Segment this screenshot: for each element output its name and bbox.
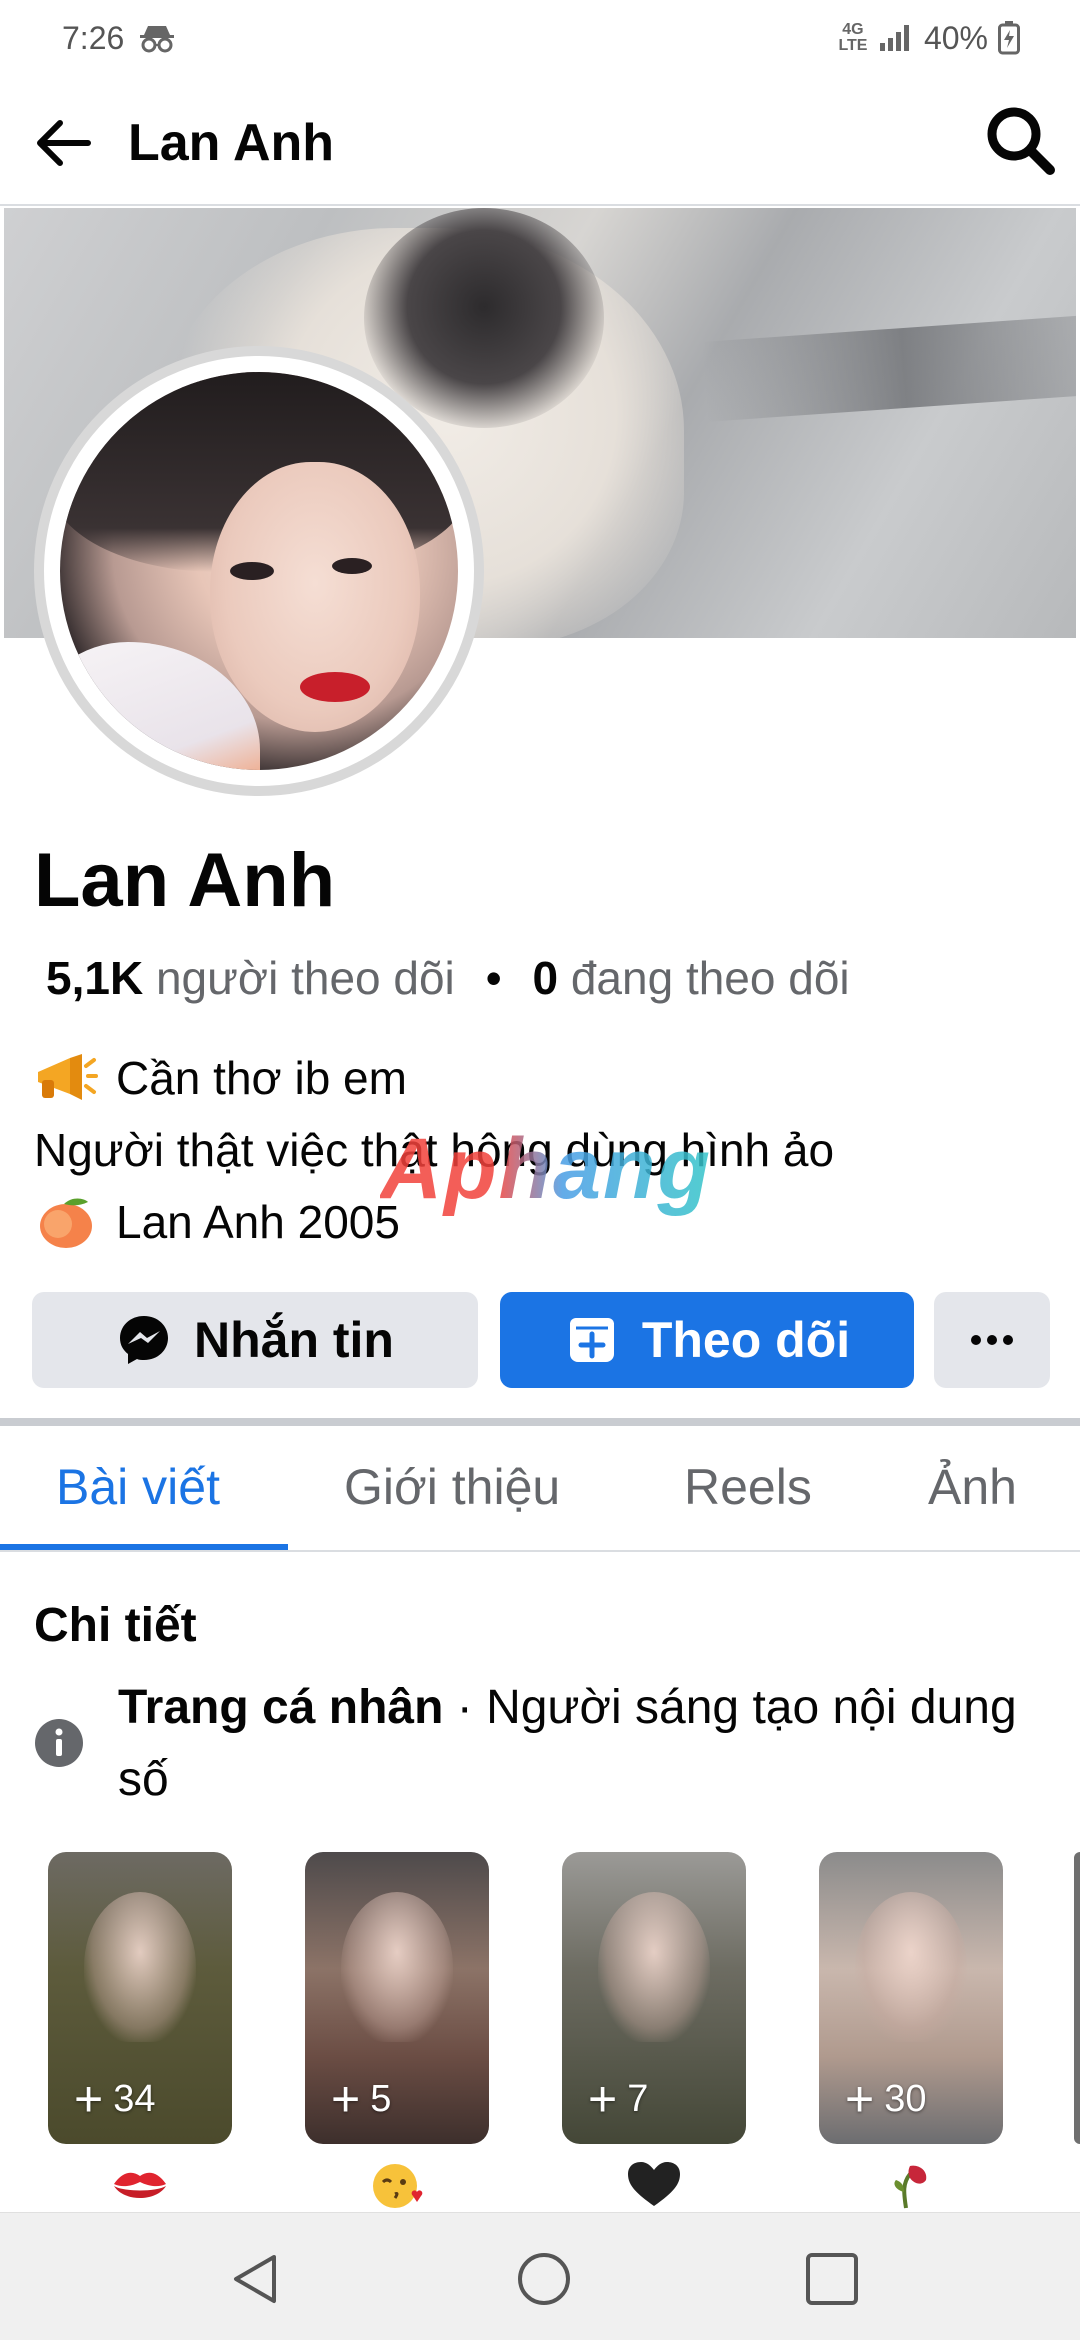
active-tab-indicator xyxy=(0,1544,288,1550)
black-heart-icon xyxy=(628,2162,680,2206)
highlight-count: +5 xyxy=(331,2071,392,2127)
follow-button[interactable]: Theo dõi xyxy=(500,1292,914,1388)
kiss-mark-icon xyxy=(114,2172,166,2198)
detail-text: Trang cá nhân · Người sáng tạo nội dung … xyxy=(118,1672,1038,1816)
follow-button-label: Theo dõi xyxy=(641,1312,851,1368)
section-divider xyxy=(0,1418,1080,1426)
highlight-count: +34 xyxy=(74,2071,156,2127)
face-blowing-kiss-icon xyxy=(373,2164,423,2208)
highlight-item[interactable]: +7 xyxy=(562,1852,746,2144)
messenger-icon xyxy=(120,1316,168,1364)
signal-icon xyxy=(879,25,909,51)
profile-tabs: Bài viết Giới thiệu Reels Ảnh xyxy=(0,1426,1080,1552)
status-bar: 7:26 4G LTE 40% xyxy=(0,0,1080,76)
profile-header: Lan Anh xyxy=(0,76,1080,206)
highlight-count: +30 xyxy=(845,2071,927,2127)
bio-text: Cần thơ ib em xyxy=(116,1052,407,1104)
battery-charging-icon xyxy=(998,21,1020,55)
followers-count[interactable]: 5,1K xyxy=(46,952,143,1004)
following-count[interactable]: 0 xyxy=(532,952,558,1004)
message-button-label: Nhắn tin xyxy=(194,1312,394,1368)
nav-recents-icon[interactable] xyxy=(802,2249,862,2309)
watermark-logo: Aphang xyxy=(380,1121,713,1217)
following-label[interactable]: đang theo dõi xyxy=(571,952,850,1004)
highlight-item[interactable]: +30 xyxy=(819,1852,1003,2144)
tab-posts[interactable]: Bài viết xyxy=(56,1452,220,1522)
battery-percent: 40% xyxy=(923,19,988,56)
plus-icon: + xyxy=(588,2071,618,2127)
wilted-rose-icon xyxy=(894,2165,927,2209)
plus-icon: + xyxy=(74,2071,104,2127)
follow-icon xyxy=(569,1318,614,1362)
message-button[interactable]: Nhắn tin xyxy=(32,1292,478,1388)
highlight-item[interactable]: +34 xyxy=(48,1852,232,2144)
system-nav-bar xyxy=(0,2212,1080,2340)
highlight-peek xyxy=(1074,1852,1080,2144)
followers-label[interactable]: người theo dõi xyxy=(156,952,455,1004)
back-arrow-icon[interactable] xyxy=(30,110,96,176)
more-options-button[interactable] xyxy=(934,1292,1050,1388)
header-title: Lan Anh xyxy=(128,114,335,172)
more-dots-icon xyxy=(971,1335,1013,1345)
bio-line: Cần thơ ib em xyxy=(34,1042,834,1114)
info-icon xyxy=(35,1719,83,1767)
peach-icon xyxy=(40,1198,92,1248)
featured-highlights: +34 +5 +7 +30 xyxy=(0,1852,1080,2212)
network-lte-icon: 4G LTE xyxy=(838,21,868,54)
plus-icon: + xyxy=(331,2071,361,2127)
profile-type-label: Trang cá nhân xyxy=(118,1681,444,1734)
profile-name: Lan Anh xyxy=(34,838,336,923)
tab-reels[interactable]: Reels xyxy=(684,1452,812,1522)
tab-photos[interactable]: Ảnh xyxy=(928,1452,1017,1522)
stats-separator: • xyxy=(485,952,502,1004)
status-time: 7:26 xyxy=(62,19,125,56)
highlight-item[interactable]: +5 xyxy=(305,1852,489,2144)
plus-icon: + xyxy=(845,2071,875,2127)
nav-home-icon[interactable] xyxy=(514,2249,574,2309)
details-heading: Chi tiết xyxy=(34,1599,197,1652)
incognito-icon xyxy=(140,26,175,53)
tab-about[interactable]: Giới thiệu xyxy=(344,1452,560,1522)
avatar[interactable] xyxy=(60,372,458,770)
nav-back-icon[interactable] xyxy=(226,2249,286,2309)
highlight-count: +7 xyxy=(588,2071,649,2127)
megaphone-icon xyxy=(38,1054,98,1100)
bio-text: Lan Anh 2005 xyxy=(116,1196,400,1248)
follow-stats: 5,1K người theo dõi • 0 đang theo dõi xyxy=(46,950,850,1006)
search-icon[interactable] xyxy=(982,102,1058,178)
profile-actions: Nhắn tin Theo dõi xyxy=(32,1292,1050,1388)
